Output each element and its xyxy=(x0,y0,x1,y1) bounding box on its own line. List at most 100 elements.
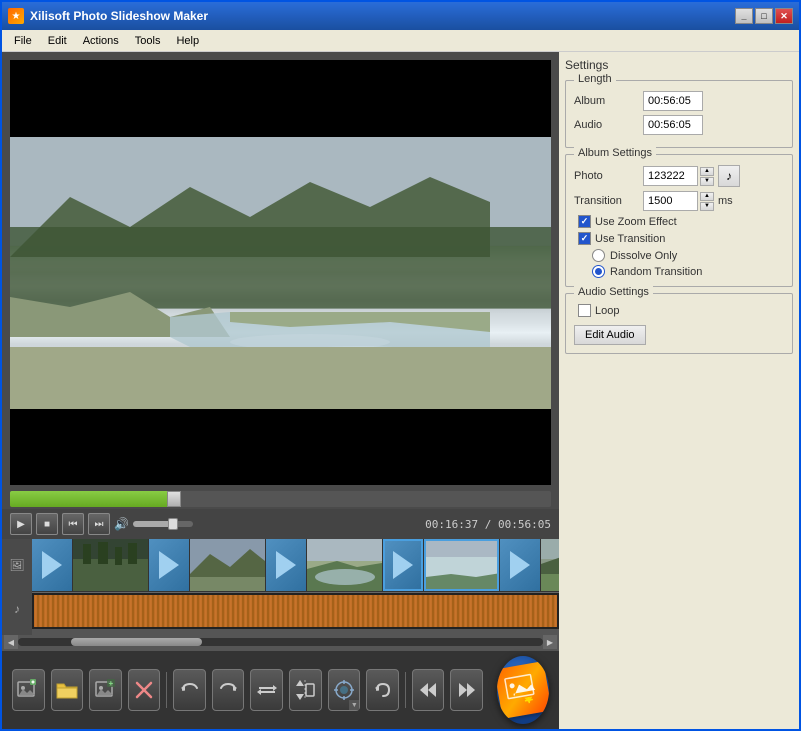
scroll-right-arrow[interactable]: ▶ xyxy=(543,635,557,649)
transition-1[interactable] xyxy=(32,539,72,591)
audio-label: Audio xyxy=(574,119,639,131)
photo-up[interactable]: ▲ xyxy=(700,167,714,176)
content-left: 🔊 00:16:37 / 00:56:05 🖼 ♪ xyxy=(2,52,559,729)
next-icon xyxy=(95,519,104,530)
arrow-shape-2 xyxy=(159,551,179,579)
album-value: 00:56:05 xyxy=(643,91,703,111)
delete-button[interactable] xyxy=(128,669,161,711)
transition-5[interactable] xyxy=(500,539,540,591)
maximize-button[interactable]: □ xyxy=(755,8,773,24)
right-panel: Settings Length Album 00:56:05 Audio 00:… xyxy=(559,52,799,729)
album-label: Album xyxy=(574,95,639,107)
controls-bar: 🔊 00:16:37 / 00:56:05 xyxy=(2,509,559,539)
flip-vertical-button[interactable] xyxy=(289,669,322,711)
photo-1[interactable] xyxy=(73,539,148,591)
next-button[interactable] xyxy=(450,669,483,711)
progress-thumb[interactable] xyxy=(167,491,181,507)
stop-button[interactable] xyxy=(36,513,58,535)
video-overlay xyxy=(10,60,551,485)
video-preview[interactable] xyxy=(10,60,551,485)
next-frame-button[interactable] xyxy=(88,513,110,535)
timeline-scrollbar: ◀ ▶ xyxy=(2,635,559,649)
revert-button[interactable] xyxy=(366,669,399,711)
edit-audio-button[interactable]: Edit Audio xyxy=(574,325,646,345)
effects-button[interactable]: ▼ xyxy=(328,669,361,711)
dissolve-radio[interactable] xyxy=(592,249,605,262)
prev-button[interactable] xyxy=(412,669,445,711)
photo-row: Photo 123222 ▲ ▼ ♪ xyxy=(574,165,784,187)
toolbar-bottom: ♪ + xyxy=(2,649,559,729)
album-length-row: Album 00:56:05 xyxy=(574,91,784,111)
zoom-effect-label: Use Zoom Effect xyxy=(595,216,677,228)
loop-checkbox[interactable] xyxy=(578,304,591,317)
brand-logo[interactable] xyxy=(497,656,549,724)
photo-input[interactable]: 123222 xyxy=(643,166,698,186)
arrow-shape-1 xyxy=(42,551,62,579)
photo-down[interactable]: ▼ xyxy=(700,177,714,186)
menu-file[interactable]: File xyxy=(6,33,40,49)
prev-frame-button[interactable] xyxy=(62,513,84,535)
note-button[interactable]: ♪ xyxy=(718,165,740,187)
photo-3[interactable] xyxy=(307,539,382,591)
dissolve-label: Dissolve Only xyxy=(610,250,677,262)
menu-help[interactable]: Help xyxy=(168,33,207,49)
menu-tools[interactable]: Tools xyxy=(127,33,169,49)
stop-icon xyxy=(44,519,50,530)
photo-4[interactable] xyxy=(424,539,499,591)
dissolve-row: Dissolve Only xyxy=(592,249,784,262)
photo-label: Photo xyxy=(574,170,639,182)
arrow-shape-3 xyxy=(276,551,296,579)
menubar: File Edit Actions Tools Help xyxy=(2,30,799,52)
full-wrap: 🔊 00:16:37 / 00:56:05 🖼 ♪ xyxy=(2,52,559,729)
loop-button[interactable] xyxy=(250,669,283,711)
transition-spinner: 1500 ▲ ▼ xyxy=(643,191,714,211)
main-window: ★ Xilisoft Photo Slideshow Maker _ □ ✕ F… xyxy=(0,0,801,731)
scrollbar-thumb[interactable] xyxy=(71,638,202,646)
use-transition-label: Use Transition xyxy=(595,233,665,245)
audio-value: 00:56:05 xyxy=(643,115,703,135)
transition-2[interactable] xyxy=(149,539,189,591)
photo-track[interactable] xyxy=(32,539,559,593)
use-transition-checkbox[interactable] xyxy=(578,232,591,245)
audio-settings-group: Audio Settings Loop Edit Audio xyxy=(565,293,793,354)
progress-fill xyxy=(10,491,172,507)
transition-input[interactable]: 1500 xyxy=(643,191,698,211)
progress-bar[interactable] xyxy=(10,491,551,507)
add-photos-button[interactable] xyxy=(12,669,45,711)
transition-down[interactable]: ▼ xyxy=(700,202,714,211)
length-group-label: Length xyxy=(574,73,616,85)
transition-arrows: ▲ ▼ xyxy=(700,192,714,211)
transition-unit: ms xyxy=(718,195,733,207)
photo-2[interactable] xyxy=(190,539,265,591)
timeline-area: 🖼 ♪ xyxy=(2,539,559,649)
photo-5[interactable] xyxy=(541,539,559,591)
photo-spinner: 123222 ▲ ▼ xyxy=(643,166,714,186)
transition-3[interactable] xyxy=(266,539,306,591)
scrollbar-track[interactable] xyxy=(18,638,543,646)
album-settings-label: Album Settings xyxy=(574,147,656,159)
add-music-button[interactable]: ♪ + xyxy=(89,669,122,711)
separator-1 xyxy=(166,672,167,708)
scroll-left-arrow[interactable]: ◀ xyxy=(4,635,18,649)
redo-button[interactable] xyxy=(212,669,245,711)
photo-arrows: ▲ ▼ xyxy=(700,167,714,186)
random-transition-row: Random Transition xyxy=(592,265,784,278)
brand-logo-inner xyxy=(497,661,549,719)
transition-up[interactable]: ▲ xyxy=(700,192,714,201)
minimize-button[interactable]: _ xyxy=(735,8,753,24)
audio-length-row: Audio 00:56:05 xyxy=(574,115,784,135)
transition-4[interactable] xyxy=(383,539,423,591)
close-button[interactable]: ✕ xyxy=(775,8,793,24)
transition-label: Transition xyxy=(574,195,639,207)
menu-edit[interactable]: Edit xyxy=(40,33,75,49)
length-group: Length Album 00:56:05 Audio 00:56:05 xyxy=(565,80,793,148)
audio-track-icon: ♪ xyxy=(7,599,27,619)
audio-track[interactable] xyxy=(32,593,559,629)
menu-actions[interactable]: Actions xyxy=(75,33,127,49)
open-folder-button[interactable] xyxy=(51,669,84,711)
zoom-effect-checkbox[interactable] xyxy=(578,215,591,228)
random-transition-radio[interactable] xyxy=(592,265,605,278)
volume-slider[interactable] xyxy=(133,521,193,527)
undo-button[interactable] xyxy=(173,669,206,711)
play-button[interactable] xyxy=(10,513,32,535)
